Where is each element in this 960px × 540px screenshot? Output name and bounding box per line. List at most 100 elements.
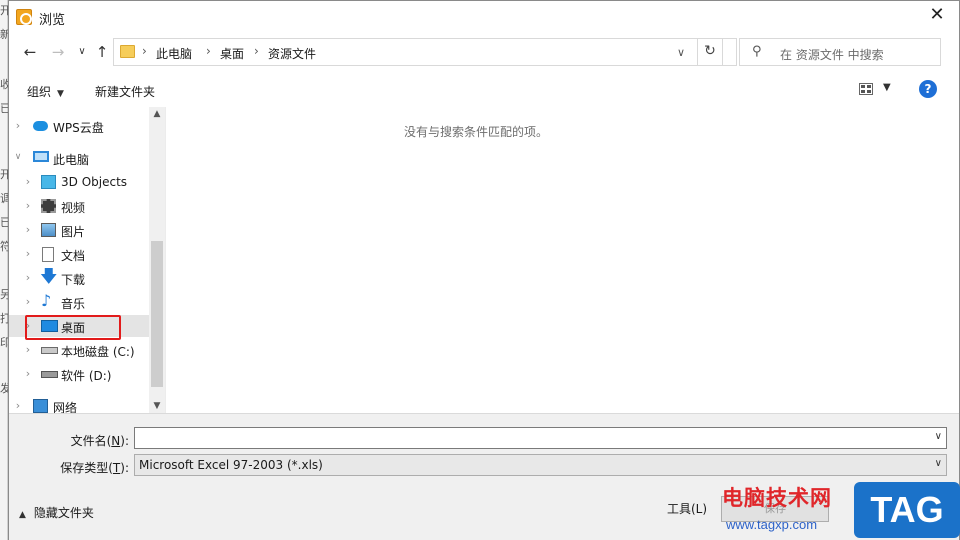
hide-folders-label: 隐藏文件夹: [33, 506, 94, 520]
tree-label: WPS云盘: [53, 121, 104, 135]
site-watermark: 电脑技术网 www.tagxp.com TAG: [722, 482, 960, 540]
chevron-right-icon[interactable]: ›: [23, 271, 33, 284]
document-icon: [42, 247, 54, 262]
forward-button[interactable]: →: [47, 41, 69, 63]
tree-label: 软件 (D:): [61, 369, 112, 383]
scroll-up-icon[interactable]: ▲: [149, 109, 165, 119]
cube-icon: [41, 175, 56, 189]
browse-dialog: 浏览 ✕ ← → ∨ ↑ › 此电脑 › 桌面 › 资源文件 ∨ ↻ ⚲ 在 资…: [8, 0, 960, 540]
chevron-right-icon[interactable]: ›: [23, 223, 33, 236]
address-dropdown-icon[interactable]: ∨: [670, 46, 692, 66]
chevron-right-icon[interactable]: ›: [23, 247, 33, 260]
chevron-right-icon[interactable]: ›: [23, 295, 33, 308]
file-list-area[interactable]: 没有与搜索条件匹配的项。: [165, 107, 959, 413]
tree-label: 视频: [61, 201, 86, 215]
tree-label: 下载: [61, 273, 86, 287]
highlight-annotation-box: [25, 315, 121, 340]
filetype-label-text: 保存类型(: [60, 461, 113, 475]
download-icon: 🡇: [40, 267, 58, 287]
outlook-app-icon: [16, 9, 32, 25]
chevron-down-icon[interactable]: ∨: [935, 458, 942, 469]
filename-label-text: 文件名(: [70, 434, 112, 448]
watermark-tag-logo: TAG: [854, 482, 960, 538]
breadcrumb-resource-files[interactable]: 资源文件: [268, 45, 316, 62]
filename-label: 文件名(N):: [33, 432, 129, 449]
tree-item-videos[interactable]: › 视频: [9, 195, 149, 217]
up-button[interactable]: ↑: [91, 41, 113, 63]
tree-item-network[interactable]: › 网络: [9, 395, 149, 413]
chevron-right-icon[interactable]: ›: [23, 367, 33, 380]
folder-icon: [120, 45, 135, 58]
chevron-right-icon[interactable]: ›: [23, 199, 33, 212]
view-options-icon[interactable]: [859, 83, 873, 95]
filename-accesskey: N: [111, 434, 121, 448]
tree-item-3d-objects[interactable]: › 3D Objects: [9, 171, 149, 193]
scrollbar-thumb[interactable]: [151, 241, 163, 387]
search-input[interactable]: 在 资源文件 中搜索: [780, 46, 884, 63]
watermark-title: 电脑技术网: [722, 486, 832, 510]
caret-up-icon: ▲: [19, 510, 26, 520]
tree-label: 本地磁盘 (C:): [61, 345, 135, 359]
tree-label: 图片: [61, 225, 86, 239]
computer-icon: [33, 151, 49, 162]
tree-label: 音乐: [61, 297, 86, 311]
tree-item-downloads[interactable]: › 🡇 下载: [9, 267, 149, 289]
filetype-select[interactable]: Microsoft Excel 97-2003 (*.xls) ∨: [134, 454, 947, 476]
tools-menu[interactable]: 工具(L): [667, 500, 707, 517]
breadcrumb-desktop[interactable]: 桌面: [220, 45, 244, 62]
tree-item-wps-cloud[interactable]: › WPS云盘: [9, 115, 149, 137]
tree-item-music[interactable]: › ♪ 音乐: [9, 291, 149, 313]
toolbar: 组织 ▼ 新建文件夹 ▼ ?: [9, 73, 959, 107]
chevron-right-icon[interactable]: ›: [13, 399, 23, 412]
search-box[interactable]: ⚲ 在 资源文件 中搜索: [739, 38, 941, 66]
view-dropdown-icon[interactable]: ▼: [883, 82, 891, 93]
recent-locations-button[interactable]: ∨: [71, 41, 93, 63]
navigation-scrollbar[interactable]: ▲ ▼: [149, 107, 165, 413]
navigation-pane: › WPS云盘 ∨ 此电脑 › 3D Objects › 视频 › 图片 › 文…: [9, 107, 149, 413]
scroll-down-icon[interactable]: ▼: [149, 401, 165, 411]
filetype-value: Microsoft Excel 97-2003 (*.xls): [139, 458, 323, 472]
tree-item-pictures[interactable]: › 图片: [9, 219, 149, 241]
tree-label: 3D Objects: [61, 175, 128, 189]
breadcrumb-separator[interactable]: ›: [206, 44, 211, 58]
chevron-right-icon[interactable]: ›: [23, 343, 33, 356]
tree-label: 文档: [61, 249, 86, 263]
help-icon[interactable]: ?: [919, 80, 937, 98]
refresh-button[interactable]: ↻: [697, 38, 723, 66]
watermark-url: www.tagxp.com: [726, 517, 818, 532]
close-button[interactable]: ✕: [915, 1, 959, 31]
title-bar: 浏览 ✕: [9, 1, 959, 33]
background-window-edge: 开 新 收 已 开 调 已 符 另 打 印 发: [0, 0, 11, 540]
tree-item-documents[interactable]: › 文档: [9, 243, 149, 265]
empty-results-message: 没有与搜索条件匹配的项。: [403, 125, 548, 139]
drive-c-icon: [41, 347, 58, 354]
filetype-label: 保存类型(T):: [33, 459, 129, 476]
back-button[interactable]: ←: [19, 41, 41, 63]
filetype-label-tail: ):: [120, 461, 129, 475]
filename-input[interactable]: ∨: [134, 427, 947, 449]
new-folder-button[interactable]: 新建文件夹: [95, 83, 155, 100]
filename-label-tail: ):: [120, 434, 129, 448]
tree-label: 此电脑: [53, 153, 90, 167]
hide-folders-toggle[interactable]: ▲ 隐藏文件夹: [19, 504, 94, 521]
chevron-down-icon[interactable]: ∨: [13, 152, 23, 162]
breadcrumb-separator: ›: [142, 44, 147, 58]
network-icon: [33, 399, 48, 413]
window-title: 浏览: [39, 13, 66, 28]
address-bar[interactable]: › 此电脑 › 桌面 › 资源文件 ∨: [113, 38, 737, 66]
address-row: ← → ∨ ↑ › 此电脑 › 桌面 › 资源文件 ∨ ↻ ⚲ 在 资源文件 中…: [9, 33, 959, 71]
music-icon: ♪: [41, 291, 52, 310]
search-icon: ⚲: [752, 44, 762, 59]
chevron-down-icon[interactable]: ∨: [935, 431, 942, 442]
chevron-right-icon[interactable]: ›: [13, 119, 23, 132]
caret-down-icon: ▼: [57, 89, 64, 99]
breadcrumb-separator[interactable]: ›: [254, 44, 259, 58]
picture-icon: [41, 223, 56, 237]
tree-item-software-d[interactable]: › 软件 (D:): [9, 363, 149, 385]
breadcrumb-this-pc[interactable]: 此电脑: [156, 45, 192, 62]
tree-label: 网络: [53, 401, 78, 413]
organize-menu[interactable]: 组织 ▼: [27, 83, 64, 100]
tree-item-local-disk-c[interactable]: › 本地磁盘 (C:): [9, 339, 149, 361]
chevron-right-icon[interactable]: ›: [23, 175, 33, 188]
tree-item-this-pc[interactable]: ∨ 此电脑: [9, 147, 149, 169]
